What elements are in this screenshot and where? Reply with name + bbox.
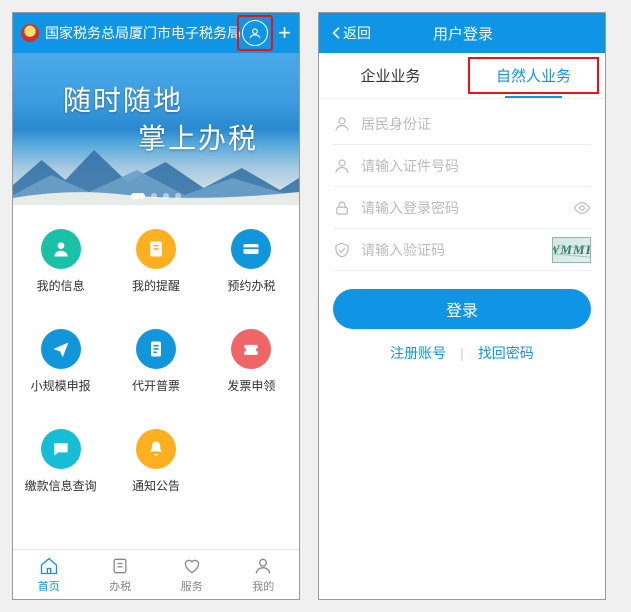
grid-item-0[interactable]: 我的信息 [13,211,108,311]
doc-icon [136,329,176,369]
login-links: 注册账号 | 找回密码 [319,343,605,363]
tab-label: 服务 [181,578,203,594]
password-input[interactable] [361,200,563,216]
login-type-tabs: 企业业务 自然人业务 [319,53,605,99]
grid-label: 代开普票 [132,377,180,394]
tab-label: 我的 [252,578,274,594]
grid-item-2[interactable]: 预约办税 [204,211,299,311]
grid-item-1[interactable]: 我的提醒 [108,211,203,311]
tab-heart[interactable]: 服务 [156,550,228,599]
grid-label: 缴款信息查询 [25,477,97,494]
note-icon [136,229,176,269]
grid-item-6[interactable]: 缴款信息查询 [13,411,108,511]
login-button[interactable]: 登录 [333,289,591,329]
user-icon [41,229,81,269]
captcha-input[interactable] [361,242,542,258]
tab-me[interactable]: 我的 [228,550,300,599]
bottom-tabbar: 首页 办税 服务 我的 [13,549,299,599]
home-header: 国家税务总局厦门市电子税务局 + [13,13,299,53]
login-phone: 返回 用户登录 企业业务 自然人业务 WMMF [318,12,606,600]
captcha-field: WMMF [333,229,591,271]
grid-item-5[interactable]: 发票申领 [204,311,299,411]
login-form: WMMF [319,99,605,271]
promo-banner[interactable]: 随时随地 掌上办税 [13,53,299,205]
shield-icon [333,241,351,259]
grid-label: 预约办税 [227,277,275,294]
tab-home[interactable]: 首页 [13,550,85,599]
captcha-image[interactable]: WMMF [552,237,591,263]
grid-item-4[interactable]: 代开普票 [108,311,203,411]
national-emblem-icon [21,24,39,42]
banner-line-1: 随时随地 [63,79,183,119]
user-icon [333,157,351,175]
highlight-box [237,15,273,51]
chat-icon [41,429,81,469]
tab-label: 首页 [38,578,60,594]
grid-item-7[interactable]: 通知公告 [108,411,203,511]
eye-icon[interactable] [573,199,591,217]
login-header: 返回 用户登录 [319,13,605,53]
id-number-input[interactable] [361,158,591,174]
separator: | [460,345,464,361]
grid-item-3[interactable]: 小规模申报 [13,311,108,411]
grid-label: 通知公告 [132,477,180,494]
ticket-icon [231,329,271,369]
register-link[interactable]: 注册账号 [390,343,446,363]
id-type-input[interactable] [361,116,591,132]
grid-label: 我的提醒 [132,277,180,294]
forgot-password-link[interactable]: 找回密码 [478,343,534,363]
user-login-icon[interactable] [242,20,268,46]
grid-label: 小规模申报 [31,377,91,394]
tab-list[interactable]: 办税 [85,550,157,599]
user-icon [333,115,351,133]
id-number-field [333,145,591,187]
lock-icon [333,199,351,217]
id-type-field[interactable] [333,103,591,145]
plane-icon [41,329,81,369]
tab-enterprise[interactable]: 企业业务 [319,53,462,98]
app-title: 国家税务总局厦门市电子税务局 [45,23,242,43]
grid-label: 发票申领 [227,377,275,394]
tab-label: 办税 [109,578,131,594]
grid-label: 我的信息 [37,277,85,294]
app-grid: 我的信息 我的提醒 预约办税小规模申报 代开普票 发票申领缴款信息查询 通知公告 [13,205,299,549]
login-title: 用户登录 [331,23,595,44]
tab-individual[interactable]: 自然人业务 [462,53,605,98]
card-icon [231,229,271,269]
bell-icon [136,429,176,469]
plus-icon[interactable]: + [278,22,291,44]
password-field [333,187,591,229]
carousel-dots [131,193,181,199]
home-phone: 国家税务总局厦门市电子税务局 + 随时随地 掌上办税 我的信息 我的提醒 预约办税小… [12,12,300,600]
